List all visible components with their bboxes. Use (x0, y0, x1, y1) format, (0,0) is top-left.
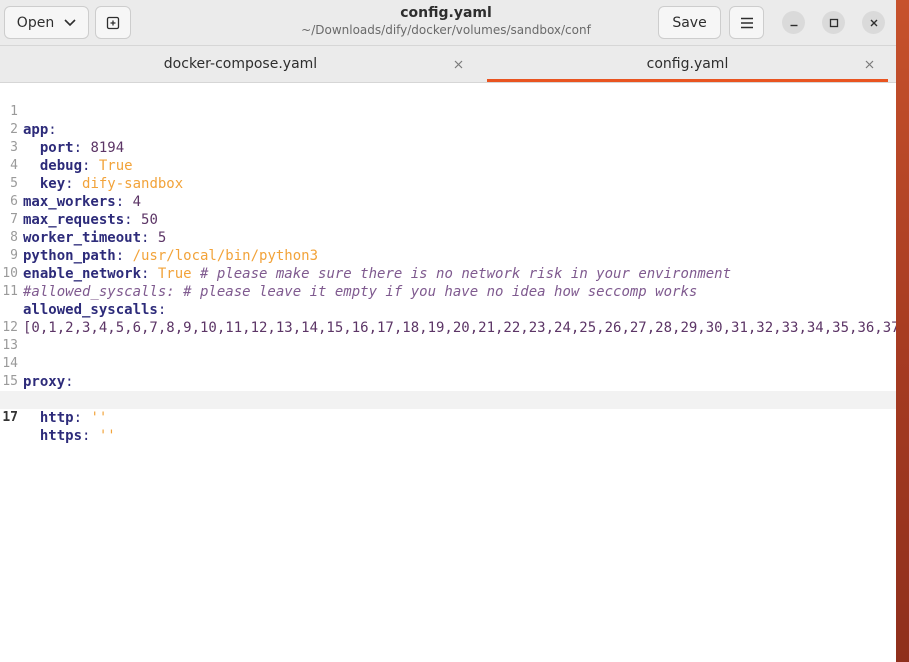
save-button[interactable]: Save (658, 6, 721, 39)
code-line: 17 https: '' (0, 391, 896, 444)
tab-close-button[interactable] (860, 55, 878, 73)
close-icon (454, 60, 462, 68)
minimize-icon (790, 24, 797, 26)
code-line: 9 enable_network: True # please make sur… (0, 229, 896, 282)
code-line: 6 max_requests: 50 (0, 175, 896, 228)
code-line: 5 max_workers: 4 (0, 157, 896, 210)
close-icon (865, 60, 873, 68)
code-line: 4 key: dify-sandbox (0, 139, 896, 192)
new-document-icon (106, 16, 120, 29)
code-line: 3 debug: True (0, 121, 896, 174)
yaml-key: http (39, 410, 74, 426)
tab-docker-compose[interactable]: docker-compose.yaml (40, 46, 441, 82)
yaml-colon: : (82, 428, 99, 444)
line-number: 17 (2, 410, 18, 425)
window-title: config.yaml (400, 5, 492, 21)
main-menu-button[interactable] (729, 6, 764, 39)
tab-config[interactable]: config.yaml (487, 46, 888, 82)
new-tab-button[interactable] (95, 6, 131, 39)
code-line: 13 (0, 319, 896, 353)
close-window-button[interactable] (862, 11, 885, 34)
code-line: 12 (0, 301, 896, 335)
desktop-wallpaper (896, 0, 909, 662)
yaml-colon: : (73, 410, 91, 426)
maximize-button[interactable] (822, 11, 845, 34)
hamburger-menu-icon (740, 17, 753, 28)
yaml-value: '' (98, 428, 116, 444)
yaml-value: '' (90, 410, 108, 426)
code-line: 10 #allowed_syscalls: # please leave it … (0, 247, 896, 300)
yaml-key: https (39, 428, 83, 444)
code-line: 7 worker_timeout: 5 (0, 193, 896, 246)
code-editor[interactable]: 1 app: 2 port: 8194 3 debug: True 4 key:… (0, 83, 896, 662)
code-line: [0,1,2,3,4,5,6,7,8,9,10,11,12,13,14,15,1… (0, 283, 896, 336)
close-icon (870, 19, 877, 26)
header-bar: Open config.yaml ~/Downloads/dify/docker… (0, 0, 896, 46)
code-line: 1 app: (0, 85, 896, 138)
text-editor-window: Open config.yaml ~/Downloads/dify/docker… (0, 0, 896, 662)
code-line: 16 http: '' (0, 373, 896, 426)
chevron-down-icon (64, 18, 76, 26)
line-content: https: '' (23, 427, 116, 445)
code-line: 14 proxy: (0, 337, 896, 390)
open-button-label: Open (16, 14, 55, 31)
open-button[interactable]: Open (4, 6, 89, 39)
tab-bar: docker-compose.yaml config.yaml (0, 46, 896, 83)
code-line: 15 socks5: '' (0, 355, 896, 408)
minimize-button[interactable] (782, 11, 805, 34)
code-line: 2 port: 8194 (0, 103, 896, 156)
file-path: ~/Downloads/dify/docker/volumes/sandbox/… (301, 23, 591, 37)
code-line: 8 python_path: /usr/local/bin/python3 (0, 211, 896, 264)
line-content: http: '' (23, 409, 107, 427)
code-line: 11 allowed_syscalls: (0, 265, 896, 318)
maximize-icon (829, 18, 838, 27)
tab-close-button[interactable] (449, 55, 467, 73)
